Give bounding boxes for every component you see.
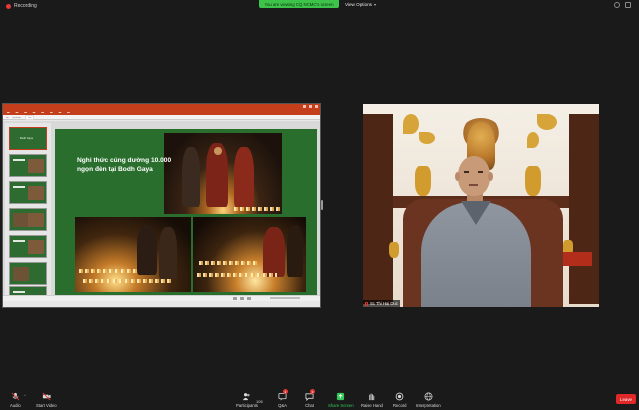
slide-photo-lamp-rows: [193, 217, 306, 292]
panel-resize-handle[interactable]: [321, 200, 323, 210]
close-icon: [315, 105, 318, 108]
bookmark-item: ▪▪▪▪▪▪▪▪▪▪: [12, 115, 22, 119]
altar-vase-right: [525, 166, 541, 196]
powerpoint-title-bar: [3, 104, 320, 110]
gold-lotus-right: [527, 132, 539, 148]
slide-thumbnail: Bodh Gaya: [9, 127, 47, 150]
qa-label: Q&A: [278, 403, 287, 408]
slide-photo-lighting-lamps: [75, 217, 191, 292]
ribbon-tab: ▬: [15, 111, 19, 114]
view-buttons: [233, 297, 251, 300]
qa-button[interactable]: 2 Q&A: [278, 389, 288, 408]
participant-video[interactable]: Sc Thi Hai Duc: [363, 104, 599, 307]
shield-icon[interactable]: [614, 2, 620, 8]
ribbon-tab: ▬: [41, 111, 44, 114]
start-video-button[interactable]: Start Video: [36, 392, 57, 408]
bookmark-item: ▪▪▪▪: [25, 114, 35, 120]
ribbon-tab: ▬: [7, 111, 10, 114]
shared-screen: ▬ ▬ ▬ ▬ ▬ ▬ ▬ ▬ ▪▪▪ ▪▪▪▪▪▪▪▪▪▪ ▪▪▪▪ Bodh…: [2, 103, 321, 308]
thumbnail-title: Bodh Gaya: [20, 137, 33, 140]
interpretation-button[interactable]: Interpretation: [416, 392, 441, 408]
participant-name-tag: Sc Thi Hai Duc: [363, 300, 400, 307]
minimize-icon: [303, 105, 306, 108]
audio-label: Audio: [10, 403, 21, 408]
chevron-down-icon: ▾: [373, 2, 376, 7]
powerpoint-workspace: Bodh Gaya Nghi thức cúng dường 10.000 ng…: [3, 121, 320, 301]
speaker-ear: [488, 172, 493, 181]
slide-thumbnail: [9, 208, 47, 231]
gold-lotus-right: [537, 114, 557, 130]
video-off-icon: [42, 392, 51, 401]
speaker-eye: [478, 171, 483, 173]
chevron-up-icon[interactable]: ^: [24, 393, 26, 398]
ribbon-tab: ▬: [49, 111, 53, 114]
side-vase: [389, 242, 399, 258]
leave-button[interactable]: Leave: [616, 394, 636, 404]
slide-title: Nghi thức cúng dường 10.000 ngọn đèn tại…: [77, 157, 172, 173]
raise-hand-button[interactable]: Raise Hand: [361, 392, 383, 408]
left-cabinet: [363, 114, 393, 304]
raise-hand-label: Raise Hand: [361, 403, 383, 408]
slide-thumbnail: [9, 181, 47, 204]
ribbon-tab: ▬: [67, 111, 70, 114]
view-options-button[interactable]: View Options ▾: [345, 1, 376, 8]
window-controls: [303, 105, 318, 108]
meeting-toolbar: Audio ^ Start Video 105 Participants 2 Q…: [0, 385, 639, 410]
powerpoint-status-bar: [3, 295, 320, 301]
bookmark-item: ▪▪▪: [6, 115, 9, 119]
recording-label: Recording: [14, 3, 37, 9]
zoom-slider: [270, 297, 300, 299]
ribbon-tab: ▬: [58, 111, 62, 114]
grid-view-icon[interactable]: [625, 2, 631, 8]
mic-muted-icon: [11, 392, 20, 401]
recording-indicator: Recording: [6, 3, 37, 9]
altar-vase-left: [415, 166, 431, 196]
maximize-icon: [309, 105, 312, 108]
speaker-head: [458, 156, 490, 196]
chat-badge: 3: [310, 389, 315, 394]
slide-thumbnail: [9, 262, 47, 285]
start-video-label: Start Video: [36, 403, 57, 408]
slide-sorter-icon: [240, 297, 244, 300]
record-label: Record: [393, 403, 407, 408]
right-cabinet: [569, 114, 599, 304]
participant-name: Sc Thi Hai Duc: [370, 301, 398, 306]
interpretation-label: Interpretation: [416, 403, 441, 408]
speaker-mouth: [469, 184, 478, 186]
chat-label: Chat: [305, 403, 314, 408]
bookmarks-bar: ▪▪▪ ▪▪▪▪▪▪▪▪▪▪ ▪▪▪▪: [3, 114, 320, 120]
share-screen-icon: [337, 392, 345, 401]
slide-thumbnail: [9, 154, 47, 177]
speaker-eye: [464, 171, 469, 173]
viewing-screen-banner: You are viewing CQ NCMC's screen: [259, 0, 339, 8]
record-button[interactable]: Record: [393, 392, 407, 408]
globe-icon: [424, 392, 433, 401]
audio-button[interactable]: Audio: [10, 392, 21, 408]
zoom-meeting-window: Recording You are viewing CQ NCMC's scre…: [0, 0, 639, 410]
chat-button[interactable]: 3 Chat: [305, 389, 315, 408]
current-slide: Nghi thức cúng dường 10.000 ngọn đèn tại…: [55, 129, 317, 297]
participants-icon: [243, 393, 250, 401]
mic-muted-icon: [365, 301, 368, 306]
normal-view-icon: [233, 297, 237, 300]
view-options-label: View Options: [345, 2, 372, 7]
share-screen-button[interactable]: Share Screen: [328, 392, 354, 408]
slide-thumbnail-panel: Bodh Gaya: [5, 123, 51, 299]
qa-badge: 2: [283, 389, 288, 394]
speaker-ear: [455, 172, 460, 181]
gold-lotus-left: [419, 132, 435, 144]
record-icon: [395, 392, 404, 401]
slide-thumbnail: [9, 235, 47, 258]
participants-label: Participants: [236, 403, 258, 408]
participants-count: 105: [256, 399, 263, 404]
share-screen-label: Share Screen: [328, 403, 354, 408]
reading-view-icon: [247, 297, 251, 300]
raise-hand-icon: [369, 393, 375, 401]
participants-button[interactable]: 105 Participants: [236, 392, 263, 408]
recording-dot-icon: [6, 3, 11, 9]
gold-lotus-left: [403, 114, 419, 134]
top-right-controls: [614, 2, 631, 8]
